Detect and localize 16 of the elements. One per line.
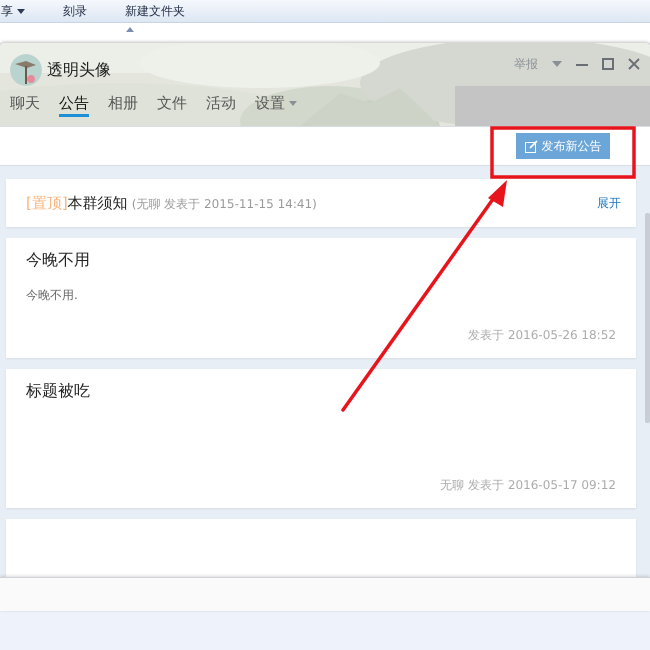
notice-title: 标题被吃	[26, 381, 91, 402]
edit-icon	[524, 140, 538, 152]
pinned-tag: [置顶]	[26, 194, 68, 212]
notice-title: 本群须知	[68, 194, 128, 212]
notice-meta: (无聊 发表于 2015-11-15 14:41)	[132, 196, 317, 212]
scrollbar[interactable]	[645, 213, 650, 423]
sort-arrow-icon	[126, 27, 134, 32]
notice-title: 今晚不用	[26, 250, 91, 271]
toolbar-button[interactable]: 享	[1, 2, 25, 20]
toolbar-button[interactable]: 刻录	[63, 2, 87, 20]
notice-meta: 无聊 发表于 2016-05-17 09:12	[440, 477, 616, 494]
notice-meta: 发表于 2016-05-26 18:52	[468, 327, 616, 344]
toolbar-button[interactable]: 新建文件夹	[125, 2, 185, 20]
notice-body: 今晚不用.	[26, 287, 79, 304]
expand-link[interactable]: 展开	[597, 194, 621, 212]
caret-icon	[17, 8, 25, 14]
